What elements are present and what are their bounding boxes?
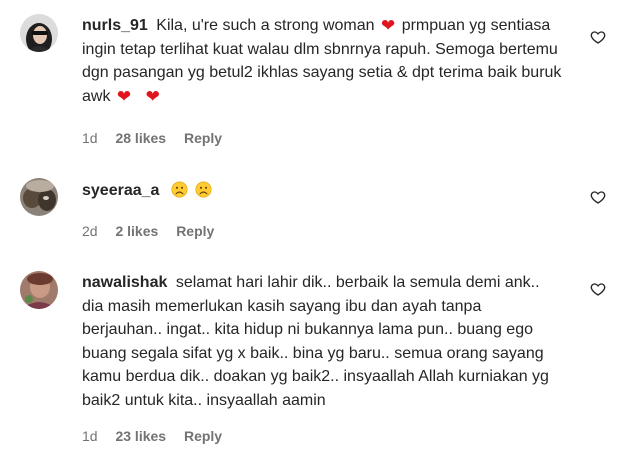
comment-text-part: selamat hari lahir dik.. berbaik la semu… [82, 274, 549, 409]
comment-meta: 1d 28 likes Reply [82, 130, 236, 146]
avatar[interactable] [20, 271, 58, 309]
heart-emoji: ❤ [145, 86, 160, 106]
comment-time[interactable]: 2d [82, 223, 98, 239]
heart-outline-icon[interactable] [590, 189, 606, 205]
avatar[interactable] [20, 178, 58, 216]
avatar-image [20, 178, 58, 216]
heart-outline-icon[interactable] [590, 281, 606, 297]
comment-meta: 2d 2 likes Reply [82, 223, 228, 239]
comment-username[interactable]: nawalishak [82, 274, 167, 291]
comment-likes[interactable]: 23 likes [115, 428, 166, 444]
reply-button[interactable]: Reply [184, 428, 222, 444]
avatar-image [20, 271, 58, 309]
heart-outline-icon[interactable] [590, 29, 606, 45]
reply-button[interactable]: Reply [176, 223, 214, 239]
comment-time[interactable]: 1d [82, 428, 98, 444]
comment-text: nawalishak selamat hari lahir dik.. berb… [82, 271, 562, 412]
avatar[interactable] [20, 14, 58, 52]
comment-text-part: Kila, u're such a strong woman [156, 17, 375, 34]
sad-face-emoji [195, 181, 212, 198]
avatar-image [20, 14, 58, 52]
heart-emoji: ❤ [381, 16, 396, 35]
comment-meta: 1d 23 likes Reply [82, 428, 236, 444]
comment-username[interactable]: syeeraa_a [82, 182, 159, 199]
comment-text: syeeraa_a [82, 179, 562, 203]
reply-button[interactable]: Reply [184, 130, 222, 146]
comment-text: nurls_91 Kila, u're such a strong woman … [82, 14, 562, 108]
sad-face-emoji [171, 181, 188, 198]
comment-likes[interactable]: 2 likes [115, 223, 158, 239]
comment-username[interactable]: nurls_91 [82, 17, 148, 34]
comment-time[interactable]: 1d [82, 130, 98, 146]
heart-emoji: ❤ [116, 86, 132, 106]
comment-likes[interactable]: 28 likes [115, 130, 166, 146]
